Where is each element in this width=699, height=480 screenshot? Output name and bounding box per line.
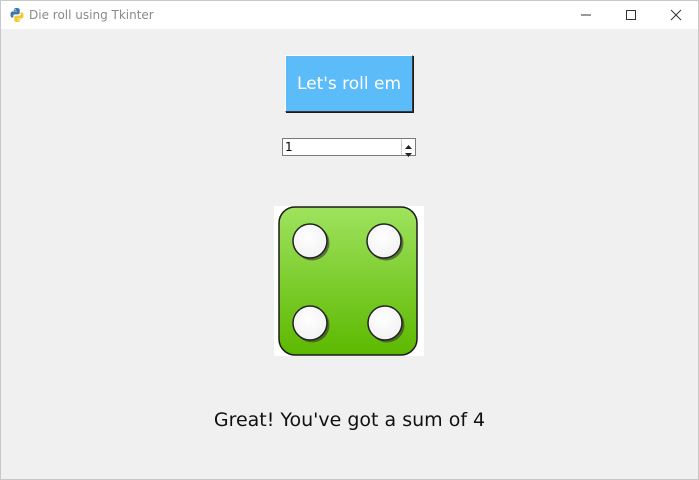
window-title: Die roll using Tkinter xyxy=(29,8,154,22)
die-image xyxy=(274,206,424,356)
dice-count-input[interactable] xyxy=(285,139,401,155)
spin-down-button[interactable] xyxy=(402,147,415,157)
dice-count-spinbox[interactable] xyxy=(282,138,416,157)
minimize-icon xyxy=(580,9,592,21)
close-icon xyxy=(670,9,682,21)
result-message: Great! You've got a sum of 4 xyxy=(213,409,486,431)
python-icon xyxy=(9,7,25,23)
spin-arrows xyxy=(401,139,415,157)
minimize-button[interactable] xyxy=(563,1,608,29)
maximize-button[interactable] xyxy=(608,1,653,29)
close-button[interactable] xyxy=(653,1,698,29)
roll-button[interactable]: Let's roll em xyxy=(285,55,413,112)
die-four-icon xyxy=(278,206,418,356)
title-bar[interactable]: Die roll using Tkinter xyxy=(1,1,698,29)
client-area: Let's roll em 1 Great! You've got a sum … xyxy=(1,29,698,479)
app-window: Die roll using Tkinter Let's roll em 1 G… xyxy=(0,0,699,480)
arrow-down-icon xyxy=(405,142,412,161)
maximize-icon xyxy=(625,9,637,21)
